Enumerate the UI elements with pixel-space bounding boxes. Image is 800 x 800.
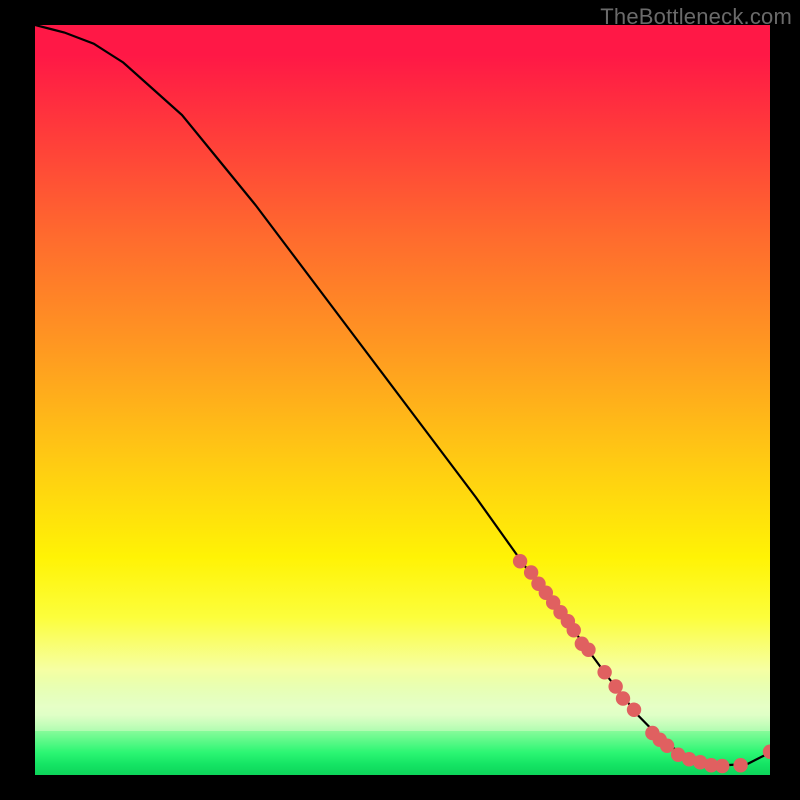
chart-svg [35, 25, 770, 775]
plot-area [35, 25, 770, 775]
highlight-dot [608, 679, 622, 693]
highlight-dot [715, 759, 729, 773]
highlight-dot [733, 758, 747, 772]
highlight-dot [581, 643, 595, 657]
watermark-text: TheBottleneck.com [600, 4, 792, 30]
highlight-dot [567, 623, 581, 637]
curve-line [35, 25, 770, 765]
highlight-dot [616, 691, 630, 705]
highlight-dot [597, 665, 611, 679]
highlight-dot-group [513, 554, 770, 773]
highlight-dot [627, 703, 641, 717]
highlight-dot [513, 554, 527, 568]
chart-frame: TheBottleneck.com [0, 0, 800, 800]
